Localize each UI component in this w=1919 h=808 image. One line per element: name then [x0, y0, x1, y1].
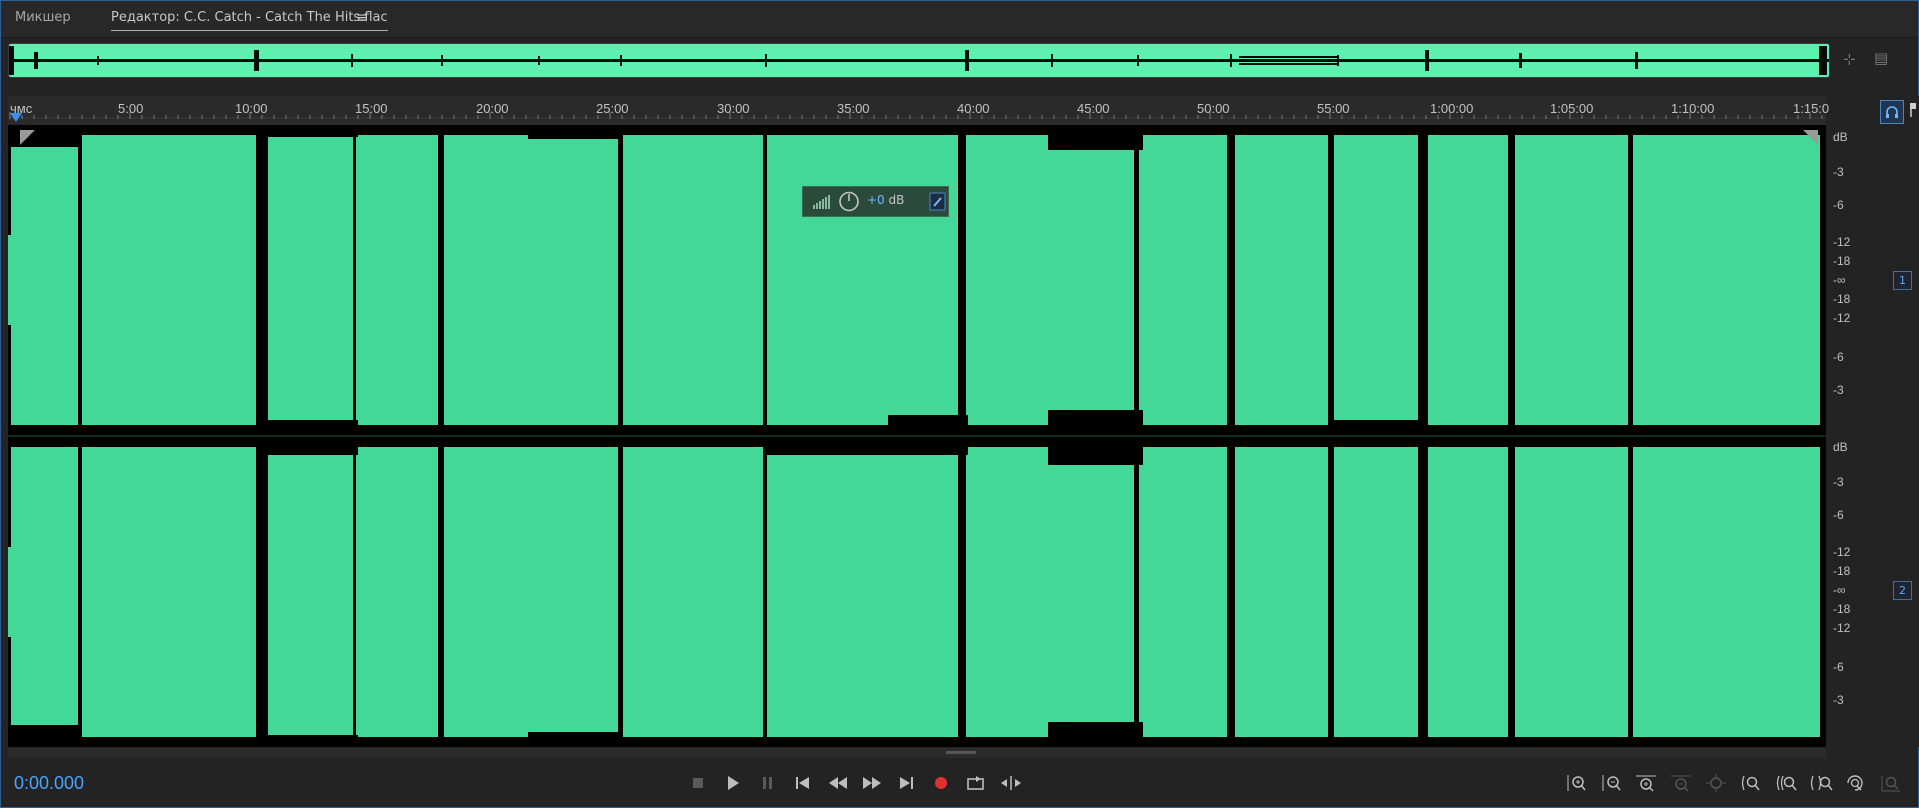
skip-selection-button[interactable]	[998, 771, 1024, 795]
zoom-selection-button[interactable]	[1806, 771, 1836, 795]
zoom-in-right-button[interactable]	[1771, 771, 1801, 795]
loop-button[interactable]	[963, 771, 989, 795]
fast-forward-button[interactable]	[859, 771, 885, 795]
zoom-out-amplitude-icon	[1602, 775, 1621, 791]
zoom-full-icon	[1706, 774, 1726, 792]
zoom-selection-icon	[1810, 775, 1833, 791]
zoom-out-vertical-button[interactable]	[1876, 771, 1906, 795]
pause-button[interactable]	[755, 771, 781, 795]
zoom-in-vertical-icon	[1847, 775, 1863, 791]
skip-to-end-icon	[900, 777, 913, 789]
zoom-in-amplitude-button[interactable]	[1561, 771, 1591, 795]
db-label: -∞	[1833, 273, 1846, 287]
stop-button[interactable]	[685, 771, 711, 795]
tab-editor[interactable]: Редактор: C.C. Catch - Catch The Hits.fl…	[111, 10, 388, 31]
rewind-icon	[829, 777, 847, 789]
waveform-display[interactable]	[8, 125, 1826, 747]
tab-mixer[interactable]: Микшер	[15, 10, 71, 25]
db-label: dB	[1833, 440, 1848, 454]
db-label: -6	[1833, 350, 1844, 364]
zoom-in-right-icon	[1776, 775, 1797, 791]
db-label: -12	[1833, 545, 1851, 559]
time-ruler[interactable]: чмс 5:00 10:00 15:00 20:00 25:00 30:00 3…	[8, 96, 1829, 126]
db-label: -6	[1833, 198, 1844, 212]
zoom-in-vertical-button[interactable]	[1841, 771, 1871, 795]
level-meter-icon	[813, 195, 830, 209]
transport-bar: 0:00.000	[1, 760, 1918, 807]
loop-icon	[967, 776, 984, 790]
db-label: -6	[1833, 508, 1844, 522]
db-label: -18	[1833, 254, 1851, 268]
channel-column: 1 2	[1880, 96, 1919, 747]
fast-forward-icon	[863, 777, 881, 789]
zoom-in-amplitude-icon	[1567, 775, 1586, 791]
overview-waveform	[9, 44, 1829, 77]
db-label: -3	[1833, 165, 1844, 179]
hud-gain-unit: dB	[884, 193, 905, 207]
amplitude-scale[interactable]: dB -3 -6 -12 -18 -∞ -18 -12 -6 -3 dB -3 …	[1827, 125, 1879, 747]
db-label: -3	[1833, 693, 1844, 707]
fade-out-handle-icon	[1803, 130, 1818, 145]
db-label: -18	[1833, 292, 1851, 306]
play-icon	[728, 776, 739, 790]
pin-icon	[929, 192, 946, 211]
horizontal-scrollbar[interactable]	[8, 748, 1826, 758]
zoom-in-time-button[interactable]	[1631, 771, 1661, 795]
skip-to-start-icon	[796, 777, 809, 789]
db-label: -18	[1833, 602, 1851, 616]
skip-selection-icon	[1001, 776, 1021, 790]
channel-1-badge[interactable]: 1	[1893, 271, 1912, 290]
hud-gain-readout[interactable]: +0 dB	[867, 193, 904, 207]
marker-pin-icon[interactable]	[1908, 102, 1918, 122]
db-label: -12	[1833, 621, 1851, 635]
db-label: -18	[1833, 564, 1851, 578]
playhead-handle[interactable]	[10, 113, 22, 122]
current-time-display[interactable]: 0:00.000	[14, 773, 84, 794]
zoom-out-vertical-icon	[1881, 776, 1900, 792]
ruler-ticks	[8, 112, 1826, 119]
record-icon	[935, 777, 947, 789]
rewind-button[interactable]	[825, 771, 851, 795]
zoom-out-time-button[interactable]	[1666, 771, 1696, 795]
overview-navigator[interactable]	[8, 43, 1830, 78]
channel-2-badge[interactable]: 2	[1893, 581, 1912, 600]
zoom-in-time-icon	[1636, 775, 1656, 792]
track-boundaries	[8, 125, 1826, 747]
db-label: -3	[1833, 383, 1844, 397]
scrollbar-grip[interactable]	[946, 751, 976, 754]
headphones-icon[interactable]	[1880, 100, 1904, 124]
zoom-out-amplitude-button[interactable]	[1596, 771, 1626, 795]
pause-icon	[763, 777, 772, 789]
skip-to-end-button[interactable]	[894, 771, 920, 795]
tab-menu-icon[interactable]: ≡	[356, 10, 368, 26]
db-label: -12	[1833, 235, 1851, 249]
db-label: -6	[1833, 660, 1844, 674]
zoom-in-left-button[interactable]	[1736, 771, 1766, 795]
record-button[interactable]	[928, 771, 954, 795]
db-label: -12	[1833, 311, 1851, 325]
zoom-in-left-icon	[1741, 775, 1760, 791]
db-label: dB	[1833, 130, 1848, 144]
play-button[interactable]	[720, 771, 746, 795]
skip-to-start-button[interactable]	[790, 771, 816, 795]
hud-gain-value: +0	[867, 193, 885, 207]
zoom-full-button[interactable]	[1701, 771, 1731, 795]
power-knob-icon	[839, 191, 859, 212]
db-label: -3	[1833, 475, 1844, 489]
db-label: -∞	[1833, 583, 1846, 597]
tab-bar: Микшер Редактор: C.C. Catch - Catch The …	[1, 1, 1918, 38]
zoom-navigator-icon[interactable]: ⊹	[1843, 50, 1856, 68]
amplitude-hud[interactable]: +0 dB	[802, 186, 949, 217]
zoom-out-time-icon	[1671, 775, 1691, 792]
stop-icon	[693, 778, 703, 788]
list-view-icon[interactable]: ▤	[1874, 49, 1888, 67]
